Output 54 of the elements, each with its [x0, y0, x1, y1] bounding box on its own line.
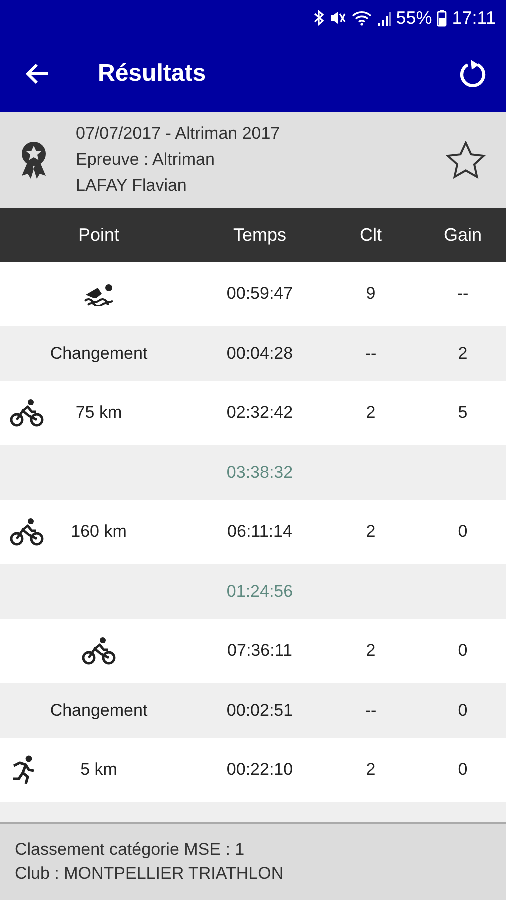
column-header: Temps	[232, 224, 288, 246]
point-label: Changement	[50, 344, 148, 364]
gain-value: --	[457, 284, 469, 304]
rank-value: 2	[366, 760, 376, 780]
page-title: Résultats	[98, 60, 208, 88]
race-date-name: 07/07/2017 - Altriman 2017	[76, 123, 282, 145]
time-value: 06:11:14	[228, 522, 292, 542]
signal-icon	[377, 10, 392, 26]
point-label: 5 km	[80, 760, 118, 780]
time-value: 01:24:56	[226, 582, 294, 602]
rank-value: --	[365, 700, 377, 720]
time-value: 00:59:47	[226, 284, 294, 304]
gain-value: 0	[458, 760, 468, 780]
time-value: 00:02:51	[226, 700, 294, 720]
time-value: 03:38:32	[226, 462, 294, 482]
gain-value: 5	[458, 403, 468, 423]
gain-value: 0	[458, 641, 468, 661]
point-label: Changement	[50, 700, 148, 720]
time-value: 00:22:10	[226, 760, 294, 780]
wifi-icon	[352, 10, 372, 26]
point-label: 75 km	[76, 403, 122, 423]
time-value: 07:36:11	[228, 641, 292, 661]
rank-value: 2	[366, 641, 376, 661]
column-header: Clt	[359, 224, 383, 246]
battery-icon	[437, 10, 448, 26]
mute-icon	[329, 10, 348, 26]
rank-value: 9	[366, 284, 376, 304]
column-header: Point	[77, 224, 121, 246]
clock: 17:11	[452, 8, 496, 28]
swimmer-icon	[83, 282, 115, 306]
club-name: Club : MONTPELLIER TRIATHLON	[15, 863, 285, 885]
cyclist-icon	[82, 637, 116, 665]
favorite-button[interactable]	[444, 139, 488, 181]
time-value: 00:04:28	[226, 344, 294, 364]
column-header: Gain	[442, 224, 484, 246]
cyclist-icon	[10, 518, 44, 546]
category-rank: Classement catégorie MSE : 1	[15, 839, 246, 861]
gain-value: 0	[458, 522, 468, 542]
point-label: 160 km	[71, 522, 127, 542]
time-value: 02:32:42	[226, 403, 294, 423]
gain-value: 0	[458, 700, 468, 720]
rank-value: 2	[366, 403, 376, 423]
medal-icon	[20, 140, 48, 180]
rank-value: --	[365, 344, 377, 364]
star-icon	[446, 141, 486, 179]
athlete-name: LAFAY Flavian	[76, 175, 188, 197]
rank-value: 2	[366, 522, 376, 542]
refresh-icon	[458, 58, 488, 90]
bluetooth-icon	[314, 10, 324, 26]
battery-percent: 55%	[396, 8, 432, 28]
event-name: Epreuve : Altriman	[76, 149, 216, 171]
gain-value: 2	[458, 344, 468, 364]
cyclist-icon	[10, 399, 44, 427]
back-icon	[26, 63, 50, 85]
